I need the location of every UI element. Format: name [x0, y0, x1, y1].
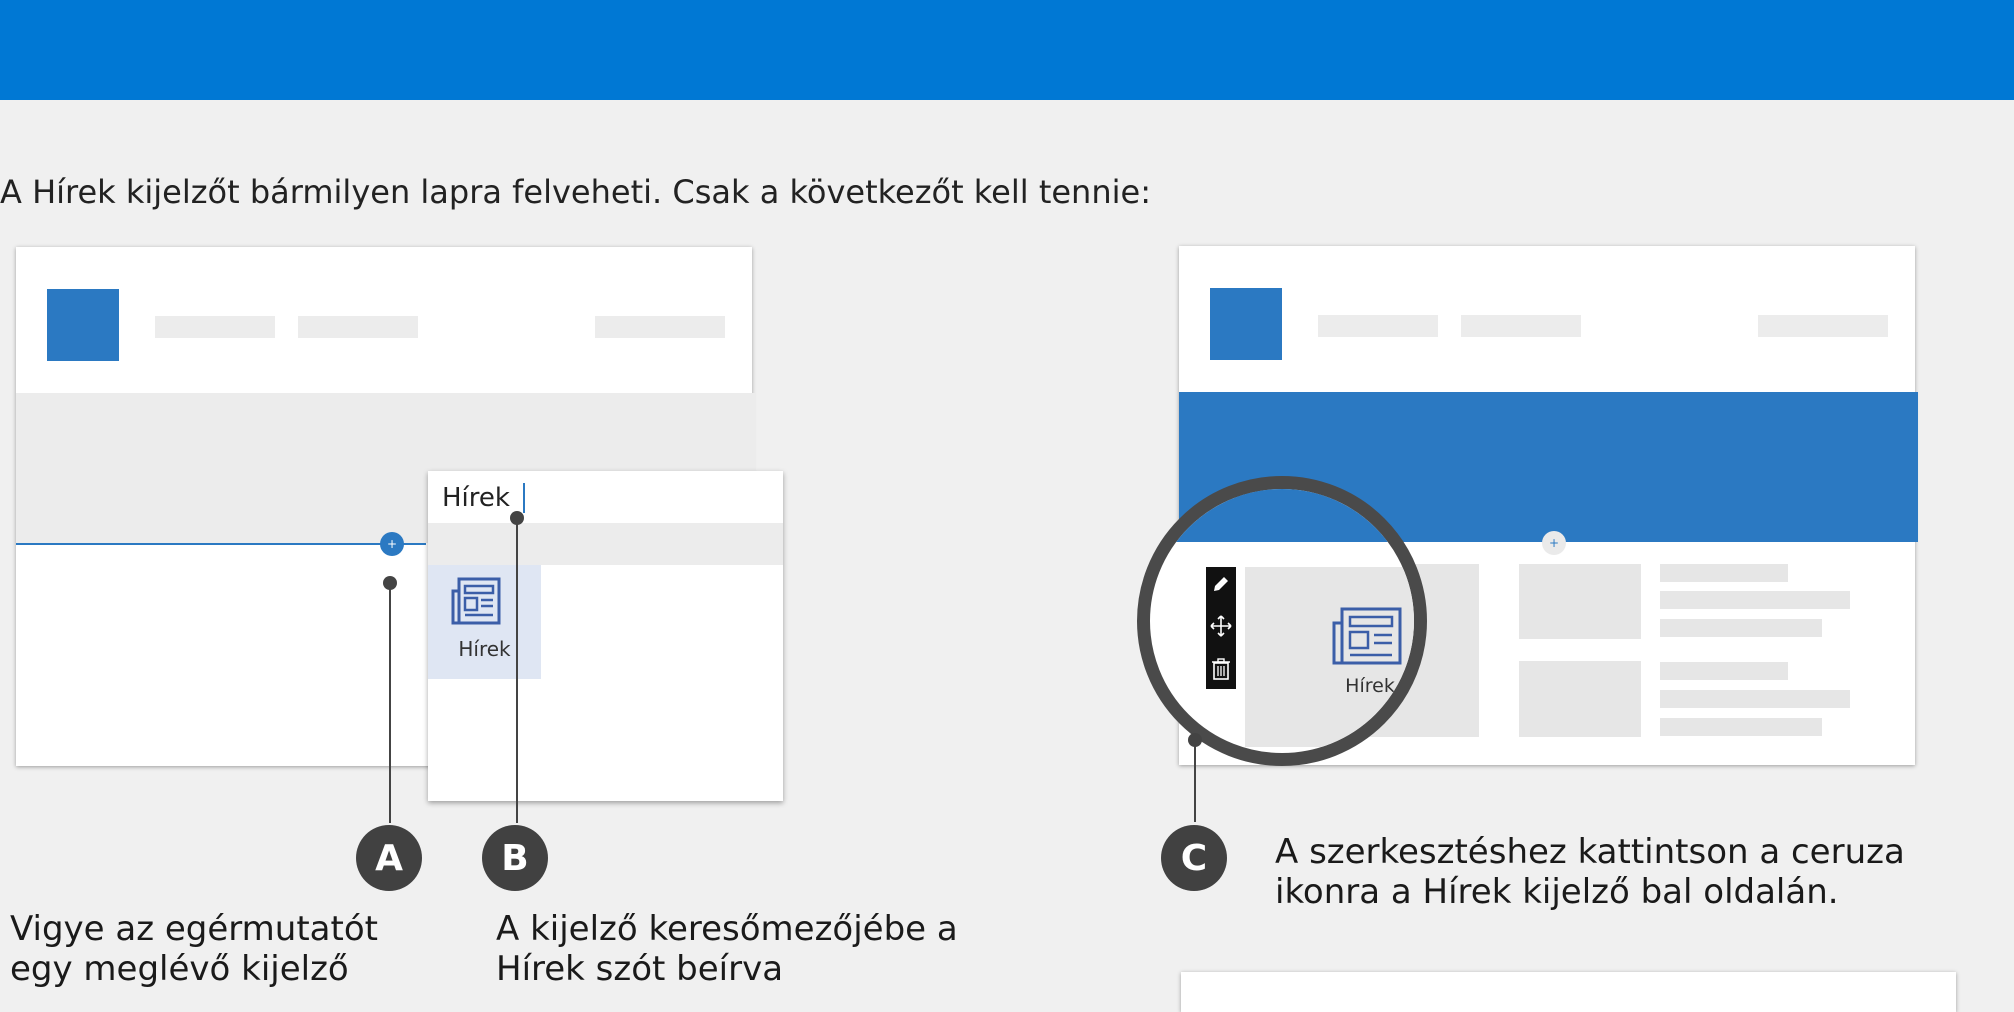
callout-badge-b: B: [482, 825, 548, 891]
content-placeholder: [1519, 661, 1641, 737]
leader-line-b: [516, 518, 518, 823]
pencil-icon[interactable]: [1211, 574, 1231, 594]
magnified-label: Hírek: [1345, 675, 1395, 697]
text-placeholder: [1660, 662, 1788, 680]
search-input[interactable]: Hírek: [442, 483, 510, 513]
site-logo: [47, 289, 119, 361]
text-placeholder: [1660, 718, 1822, 736]
category-bar: [428, 523, 783, 565]
nav-placeholder: [1461, 315, 1581, 337]
move-icon[interactable]: [1210, 615, 1232, 637]
add-webpart-button[interactable]: +: [380, 532, 404, 556]
webpart-picker: Hírek Hírek: [428, 471, 783, 801]
text-placeholder: [1660, 690, 1850, 708]
leader-line-a: [389, 583, 391, 823]
news-webpart-tile[interactable]: Hírek: [428, 565, 541, 679]
nav-placeholder: [1318, 315, 1438, 337]
nav-placeholder: [595, 316, 725, 338]
step-c-text: A szerkesztéshez kattintson a ceruza iko…: [1275, 832, 1905, 912]
step-b-text: A kijelző keresőmezőjébe a Hírek szót be…: [496, 909, 958, 989]
tile-label: Hírek: [458, 637, 511, 661]
site-logo: [1210, 288, 1282, 360]
text-cursor: [523, 483, 525, 513]
text-placeholder: [1660, 591, 1850, 609]
magnifier: Hírek: [1137, 476, 1427, 766]
intro-text: A Hírek kijelzőt bármilyen lapra felvehe…: [0, 173, 1151, 211]
leader-line-c: [1194, 740, 1196, 822]
nav-placeholder: [1758, 315, 1888, 337]
magnified-banner: [1150, 489, 1414, 542]
plus-icon: +: [386, 537, 398, 551]
webpart-toolbar: [1206, 567, 1236, 689]
news-icon: [451, 577, 501, 625]
trash-icon[interactable]: [1211, 658, 1231, 680]
step-a-text: Vigye az egérmutatót egy meglévő kijelző: [10, 909, 378, 989]
content-placeholder: [1519, 564, 1641, 639]
insert-line: [16, 543, 426, 545]
next-step-panel: [1181, 972, 1956, 1012]
header-bar: [0, 0, 2014, 100]
text-placeholder: [1660, 564, 1788, 582]
search-box[interactable]: Hírek: [428, 471, 783, 523]
nav-placeholder: [155, 316, 275, 338]
callout-badge-c: C: [1161, 825, 1227, 891]
add-section-button[interactable]: +: [1542, 531, 1566, 555]
text-placeholder: [1660, 619, 1822, 637]
nav-placeholder: [298, 316, 418, 338]
callout-badge-a: A: [356, 825, 422, 891]
news-icon: [1332, 607, 1402, 665]
plus-icon: +: [1548, 536, 1560, 550]
